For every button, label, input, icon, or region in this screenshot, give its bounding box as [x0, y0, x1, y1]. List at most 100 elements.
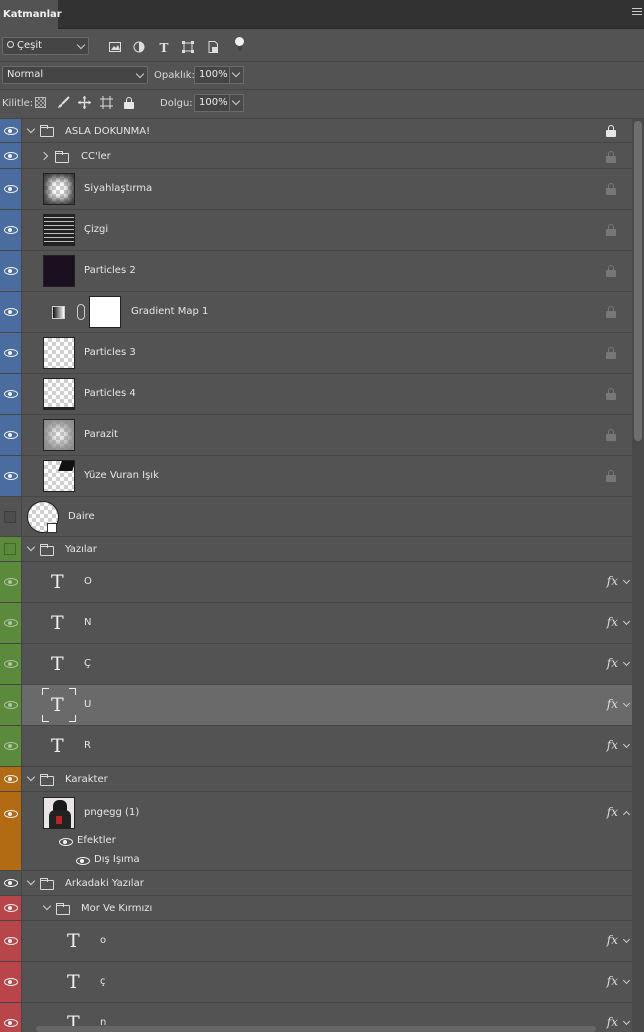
layer-parazit[interactable]: Parazit — [0, 415, 632, 456]
layer-group-asla-dokunma[interactable]: ASLA DOKUNMA! — [0, 119, 632, 143]
lock-all-icon[interactable] — [124, 97, 134, 109]
layer-name: Daire — [68, 511, 95, 522]
chevron-down-icon[interactable] — [622, 1017, 631, 1026]
visibility-toggle[interactable] — [0, 210, 22, 250]
opacity-input[interactable]: 100% — [194, 66, 230, 84]
visibility-toggle[interactable] — [0, 456, 22, 496]
adjustment-layer-filter-icon[interactable] — [132, 41, 146, 55]
lock-position-move-icon[interactable] — [78, 96, 91, 112]
smart-object-filter-icon[interactable] — [206, 41, 220, 55]
chevron-down-icon[interactable] — [622, 935, 631, 944]
layer-gradient-map-1[interactable]: Gradient Map 1 — [0, 292, 632, 333]
visibility-toggle[interactable] — [0, 767, 22, 791]
opacity-dropdown[interactable] — [230, 66, 244, 84]
visibility-toggle[interactable] — [0, 962, 22, 1002]
fx-icon[interactable]: fx — [607, 974, 618, 988]
visibility-toggle[interactable] — [0, 726, 22, 766]
chevron-down-icon[interactable] — [26, 772, 36, 782]
visibility-toggle[interactable] — [0, 169, 22, 209]
layer-group-mor-ve-kirmizi[interactable]: Mor Ve Kırmızı — [0, 896, 632, 921]
layer-siyahlastirma[interactable]: Siyahlaştırma — [0, 169, 632, 210]
chevron-up-icon[interactable] — [622, 810, 631, 819]
layer-text-o-lower[interactable]: T o fx — [0, 921, 632, 962]
visibility-toggle[interactable] — [0, 119, 22, 142]
layer-yuze-vuran-isik[interactable]: Yüze Vuran Işık — [0, 456, 632, 497]
chevron-down-icon[interactable] — [42, 901, 52, 911]
effects-eye-icon[interactable] — [59, 838, 73, 846]
visibility-toggle[interactable] — [0, 792, 22, 870]
vertical-scrollbar[interactable] — [632, 119, 644, 1032]
tab-layers[interactable]: Katmanlar — [0, 0, 62, 29]
outer-glow-eye-icon[interactable] — [76, 857, 90, 865]
layer-text-o[interactable]: T O fx — [0, 562, 632, 603]
type-layer-filter-icon[interactable]: T — [157, 41, 171, 55]
chevron-down-icon[interactable] — [26, 124, 36, 134]
shape-layer-filter-icon[interactable] — [181, 41, 195, 55]
blend-mode-select[interactable]: Normal — [2, 66, 148, 84]
chevron-right-icon[interactable] — [39, 151, 49, 161]
layer-cizgi[interactable]: Çizgi — [0, 210, 632, 251]
layer-particles-3[interactable]: Particles 3 — [0, 333, 632, 374]
layer-text-u[interactable]: T U fx — [0, 685, 632, 726]
fx-icon[interactable]: fx — [607, 1015, 618, 1029]
layer-text-n[interactable]: T N fx — [0, 603, 632, 644]
visibility-toggle[interactable] — [0, 251, 22, 291]
fill-input[interactable]: 100% — [194, 94, 230, 112]
visibility-toggle[interactable] — [0, 374, 22, 414]
layer-particles-2[interactable]: Particles 2 — [0, 251, 632, 292]
layer-particles-4[interactable]: Particles 4 — [0, 374, 632, 415]
link-chain-icon[interactable] — [77, 304, 85, 320]
pixel-layer-filter-icon[interactable] — [108, 41, 122, 55]
chevron-down-icon[interactable] — [26, 542, 36, 552]
visibility-toggle[interactable] — [0, 143, 22, 168]
fx-icon[interactable]: fx — [607, 574, 618, 588]
lock-image-pixels-brush-icon[interactable] — [57, 96, 70, 112]
layer-text-c-cedilla[interactable]: T Ç fx — [0, 644, 632, 685]
fx-icon[interactable]: fx — [607, 615, 618, 629]
visibility-toggle[interactable] — [0, 603, 22, 643]
chevron-down-icon[interactable] — [622, 617, 631, 626]
scrollbar-thumb[interactable] — [634, 121, 642, 441]
lock-icon — [606, 125, 616, 137]
layer-group-arkadaki-yazilar[interactable]: Arkadaki Yazılar — [0, 871, 632, 896]
filter-toggle-switch[interactable] — [235, 37, 245, 51]
filter-kind-select[interactable]: Çeşit — [2, 37, 89, 55]
visibility-toggle[interactable] — [0, 871, 22, 895]
fx-icon[interactable]: fx — [607, 805, 618, 819]
visibility-toggle[interactable] — [0, 644, 22, 684]
lock-artboard-icon[interactable] — [100, 96, 113, 112]
chevron-down-icon[interactable] — [622, 976, 631, 985]
layer-text-c-cedilla-lower[interactable]: T ç fx — [0, 962, 632, 1003]
layer-pngegg-1[interactable]: pngegg (1) fx Efektler Dış Işıma — [0, 792, 632, 871]
fx-icon[interactable]: fx — [607, 697, 618, 711]
layer-group-ccler[interactable]: CC'ler — [0, 143, 632, 169]
visibility-toggle[interactable] — [0, 537, 22, 561]
effect-outer-glow[interactable]: Dış Işıma — [94, 854, 140, 865]
fx-icon[interactable]: fx — [607, 656, 618, 670]
visibility-toggle[interactable] — [0, 292, 22, 332]
visibility-toggle[interactable] — [0, 1003, 22, 1032]
visibility-toggle[interactable] — [0, 685, 22, 725]
layer-name: pngegg (1) — [84, 807, 140, 818]
chevron-down-icon[interactable] — [26, 876, 36, 886]
visibility-toggle[interactable] — [0, 333, 22, 373]
fill-dropdown[interactable] — [230, 94, 244, 112]
fx-icon[interactable]: fx — [607, 933, 618, 947]
lock-transparent-pixels-icon[interactable] — [35, 97, 46, 108]
chevron-down-icon[interactable] — [622, 699, 631, 708]
visibility-toggle[interactable] — [0, 921, 22, 961]
visibility-toggle[interactable] — [0, 562, 22, 602]
layer-text-r[interactable]: T R fx — [0, 726, 632, 767]
chevron-down-icon[interactable] — [622, 576, 631, 585]
panel-menu-icon[interactable] — [632, 8, 642, 18]
layer-daire[interactable]: Daire — [0, 497, 632, 537]
visibility-toggle[interactable] — [0, 896, 22, 920]
visibility-toggle[interactable] — [0, 497, 22, 536]
horizontal-scrollbar[interactable] — [36, 1026, 596, 1032]
visibility-toggle[interactable] — [0, 415, 22, 455]
layer-group-karakter[interactable]: Karakter — [0, 767, 632, 792]
layer-group-yazilar[interactable]: Yazılar — [0, 537, 632, 562]
fx-icon[interactable]: fx — [607, 738, 618, 752]
chevron-down-icon[interactable] — [622, 658, 631, 667]
chevron-down-icon[interactable] — [622, 740, 631, 749]
